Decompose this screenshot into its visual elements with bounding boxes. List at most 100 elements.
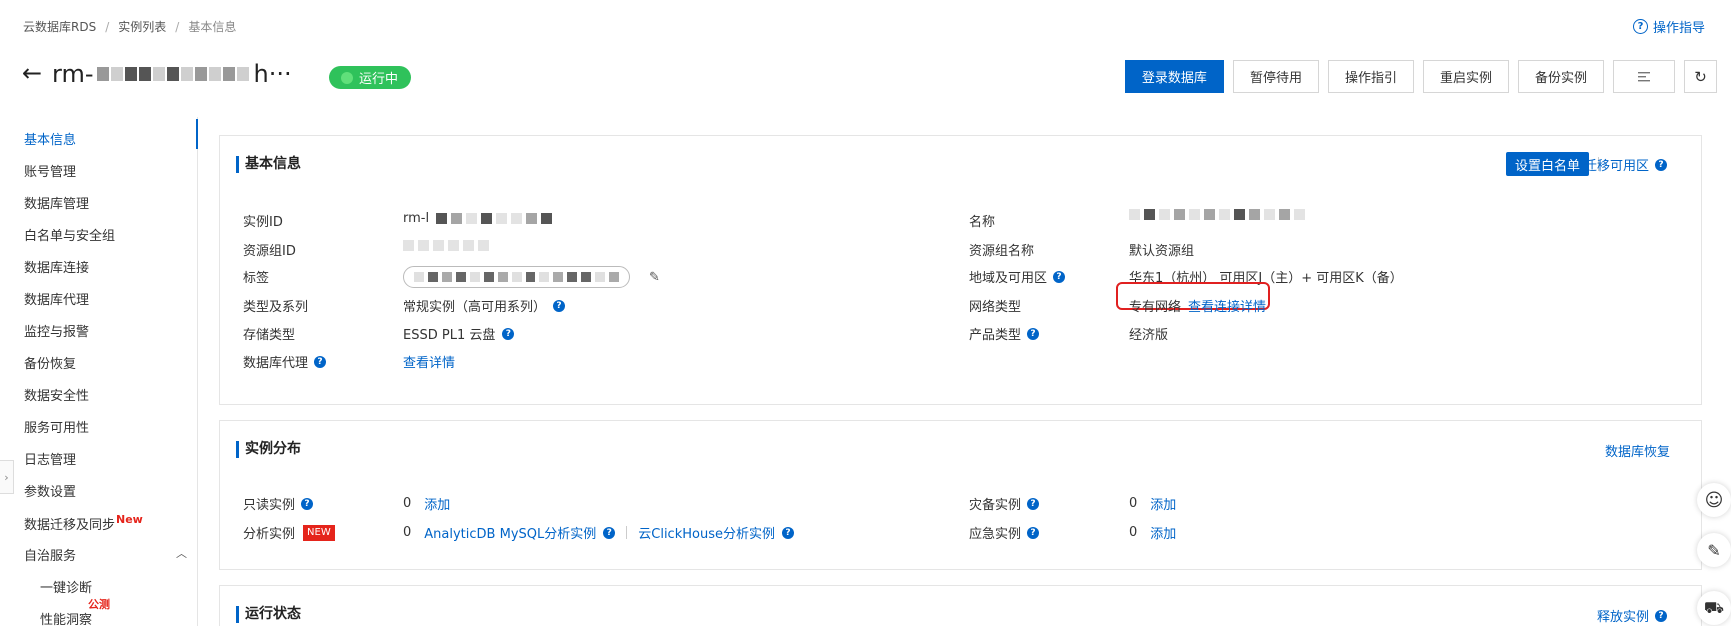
emergency-label: 应急实例 ? [969, 523, 1040, 542]
emergency-label-text: 应急实例 [969, 527, 1022, 542]
question-icon[interactable]: ? [781, 526, 794, 539]
help-guide-label: 操作指导 [1652, 21, 1705, 36]
question-icon[interactable]: ? [1027, 526, 1040, 539]
sidebar-item-accounts[interactable]: 账号管理 [24, 161, 76, 180]
sidebar-item-monitoring[interactable]: 监控与报警 [24, 321, 89, 340]
release-instance-link[interactable]: 释放实例 ? [1597, 606, 1667, 625]
sidebar-item-whitelist[interactable]: 白名单与安全组 [24, 225, 115, 244]
refresh-icon: ↻ [1694, 67, 1707, 86]
runtime-title: 运行状态 [236, 606, 301, 623]
sidebar-item-insight[interactable]: 性能洞察 公测 [40, 598, 110, 626]
readonly-label: 只读实例 ? [243, 494, 314, 513]
sidebar-item-autonomy[interactable]: 自治服务 [24, 545, 76, 564]
question-icon: ? [1632, 19, 1648, 34]
login-database-button[interactable]: 登录数据库 [1124, 60, 1224, 93]
feedback-button[interactable]: ✎ [1697, 533, 1731, 567]
beta-badge: 公测 [88, 598, 110, 611]
sidebar: 基本信息 账号管理 数据库管理 白名单与安全组 数据库连接 数据库代理 监控与报… [0, 117, 198, 626]
back-arrow-icon[interactable]: ← [22, 61, 42, 85]
basic-info-title: 基本信息 [236, 156, 301, 173]
connection-details-link[interactable]: 查看连接详情 [1188, 296, 1266, 315]
breadcrumb-instance-list[interactable]: 实例列表 [118, 18, 166, 35]
storage-value: ESSD PL1 云盘 ? [403, 324, 515, 343]
divider [626, 526, 628, 539]
refresh-button[interactable]: ↻ [1684, 60, 1717, 93]
runtime-card: 运行状态 释放实例 ? [219, 585, 1702, 626]
analytic-count: 0 [403, 525, 412, 540]
analytic-value: 0 AnalyticDB MySQL分析实例 ? 云ClickHouse分析实例… [403, 523, 794, 542]
type-label: 类型及系列 [243, 300, 309, 315]
clickhouse-link[interactable]: 云ClickHouse分析实例 [638, 523, 775, 542]
redacted-mosaic [97, 67, 250, 81]
name-value [1129, 209, 1305, 220]
emergency-count: 0 [1129, 525, 1138, 540]
breadcrumb-rds[interactable]: 云数据库RDS [23, 18, 96, 35]
product-value: 经济版 [1129, 328, 1169, 343]
network-text: 专有网络 [1129, 300, 1182, 315]
product-label: 产品类型 ? [969, 324, 1040, 343]
proxy-label-text: 数据库代理 [243, 356, 309, 371]
analyticdb-link[interactable]: AnalyticDB MySQL分析实例 [424, 523, 596, 542]
cart-button[interactable]: ⛟ [1697, 591, 1731, 625]
network-value: 专有网络 查看连接详情 [1129, 296, 1266, 315]
sidebar-collapse-toggle[interactable]: › [0, 460, 14, 494]
dr-label: 灾备实例 ? [969, 494, 1040, 513]
sidebar-item-diagnosis[interactable]: 一键诊断 [40, 577, 92, 596]
storage-label: 存储类型 [243, 328, 296, 343]
question-icon[interactable]: ? [502, 327, 515, 340]
edit-pencil-icon[interactable]: ✎ [649, 270, 660, 285]
pause-button[interactable]: 暂停待用 [1232, 60, 1319, 93]
emergency-value: 0 添加 [1129, 523, 1176, 542]
question-icon[interactable]: ? [301, 497, 314, 510]
add-dr-link[interactable]: 添加 [1150, 494, 1176, 513]
sidebar-item-basic-info[interactable]: 基本信息 [24, 129, 76, 148]
migrate-zone-label: 迁移可用区 [1583, 159, 1649, 174]
sidebar-item-label: 数据迁移及同步 [24, 518, 116, 533]
sidebar-item-security[interactable]: 数据安全性 [24, 385, 89, 404]
sidebar-item-databases[interactable]: 数据库管理 [24, 193, 89, 212]
sidebar-item-proxy[interactable]: 数据库代理 [24, 289, 89, 308]
sidebar-item-connection[interactable]: 数据库连接 [24, 257, 89, 276]
guide-button[interactable]: 操作指引 [1327, 60, 1414, 93]
migrate-zone-link[interactable]: 迁移可用区 ? [1584, 155, 1667, 174]
sidebar-item-availability[interactable]: 服务可用性 [24, 417, 89, 436]
sidebar-item-logs[interactable]: 日志管理 [24, 449, 76, 468]
question-icon[interactable]: ? [314, 355, 327, 368]
database-restore-link[interactable]: 数据库恢复 [1605, 441, 1670, 460]
resource-group-id-label: 资源组ID [243, 244, 296, 259]
network-label: 网络类型 [969, 300, 1022, 315]
edit-icon: ✎ [1707, 540, 1721, 560]
analytic-label-text: 分析实例 [243, 527, 296, 542]
help-guide-link[interactable]: ? 操作指导 [1632, 17, 1705, 36]
sidebar-item-params[interactable]: 参数设置 [24, 481, 76, 500]
sidebar-item-backup[interactable]: 备份恢复 [24, 353, 76, 372]
sidebar-item-migration[interactable]: 数据迁移及同步New [24, 513, 143, 533]
redacted-mosaic [436, 213, 553, 224]
dr-label-text: 灾备实例 [969, 498, 1022, 513]
dr-value: 0 添加 [1129, 494, 1176, 513]
add-emergency-link[interactable]: 添加 [1150, 523, 1176, 542]
proxy-details-link[interactable]: 查看详情 [403, 352, 455, 371]
customer-service-avatar[interactable]: ☺ [1697, 483, 1731, 517]
status-label: 运行中 [359, 72, 399, 87]
question-icon[interactable]: ? [603, 526, 616, 539]
tag-pill[interactable] [403, 266, 630, 288]
readonly-count: 0 [403, 496, 412, 511]
chevron-up-icon[interactable]: ︿ [176, 545, 187, 561]
region-label-text: 地域及可用区 [969, 271, 1048, 286]
restart-button[interactable]: 重启实例 [1422, 60, 1509, 93]
tag-label: 标签 [243, 271, 270, 286]
question-icon[interactable]: ? [1027, 327, 1040, 340]
set-whitelist-button[interactable]: 设置白名单 [1505, 152, 1589, 176]
resource-group-name-label: 资源组名称 [969, 244, 1035, 259]
question-icon[interactable]: ? [1027, 497, 1040, 510]
proxy-label: 数据库代理 ? [243, 352, 327, 371]
backup-button[interactable]: 备份实例 [1517, 60, 1604, 93]
add-readonly-link[interactable]: 添加 [424, 494, 450, 513]
breadcrumb-current: 基本信息 [188, 20, 237, 34]
more-menu-button[interactable] [1613, 60, 1675, 93]
readonly-label-text: 只读实例 [243, 498, 296, 513]
redacted-mosaic [403, 240, 489, 251]
question-icon[interactable]: ? [553, 299, 566, 312]
question-icon[interactable]: ? [1053, 270, 1066, 283]
